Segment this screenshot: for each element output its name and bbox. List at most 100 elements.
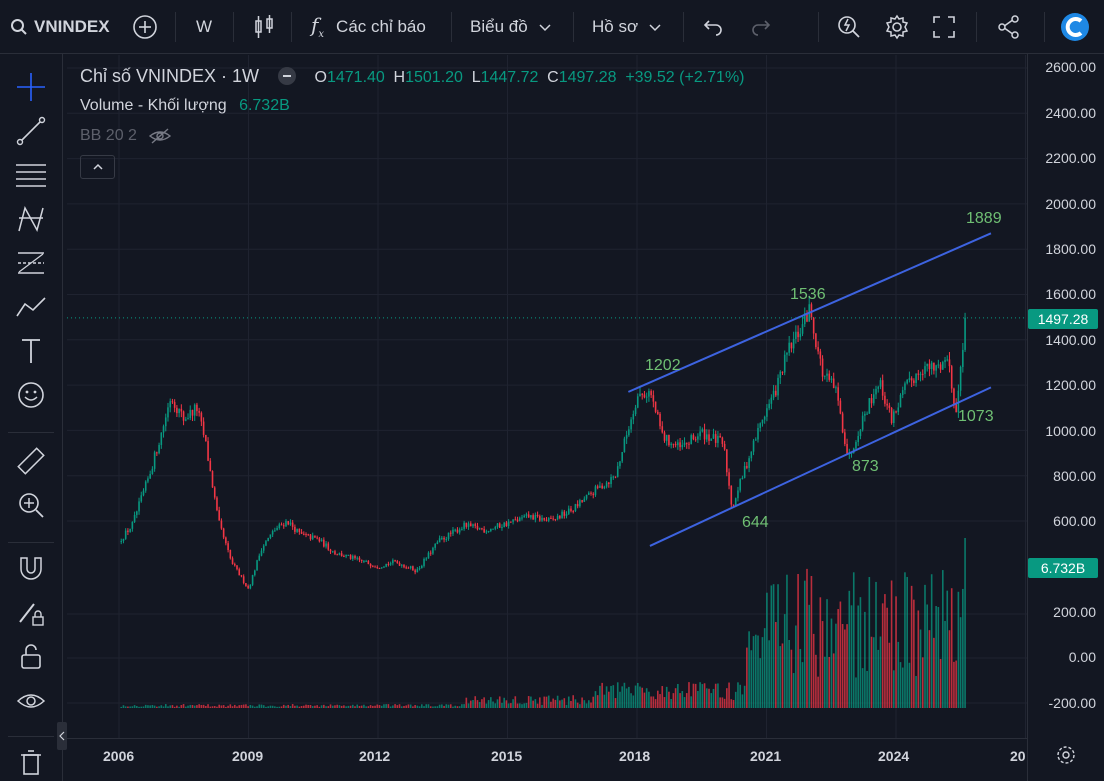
- candle-body: [799, 333, 802, 338]
- lock-drawing-tool[interactable]: [14, 596, 48, 630]
- volume-bar: [218, 704, 220, 708]
- volume-bar: [610, 685, 612, 708]
- volume-bar: [913, 599, 915, 708]
- volume-bar: [752, 636, 755, 708]
- fullscreen-button[interactable]: [932, 0, 956, 53]
- candle-body: [458, 529, 461, 533]
- candle-body: [752, 440, 755, 452]
- volume-bar: [719, 697, 721, 708]
- candle-body: [944, 359, 946, 363]
- text-tool[interactable]: [14, 334, 48, 368]
- chart-type-button[interactable]: [253, 0, 275, 53]
- volume-bar: [474, 696, 477, 708]
- interval-button[interactable]: W: [196, 0, 212, 53]
- volume-bar: [652, 696, 655, 708]
- volume-bar: [336, 704, 338, 708]
- candle-body: [846, 443, 848, 454]
- compare-button[interactable]: [132, 0, 158, 53]
- candle-body: [828, 373, 831, 380]
- volume-bar: [781, 643, 784, 708]
- magnet-tool[interactable]: [14, 552, 48, 586]
- measure-tool[interactable]: [14, 444, 48, 478]
- candle-body: [701, 429, 704, 432]
- volume-bar: [142, 706, 145, 708]
- profile-menu-button[interactable]: Hồ sơ: [592, 0, 662, 53]
- candle-body: [844, 432, 846, 444]
- fib-tool[interactable]: [14, 246, 48, 280]
- collapse-toolbar-button[interactable]: [57, 722, 67, 750]
- volume-bar: [619, 691, 621, 708]
- candle-body: [777, 377, 779, 396]
- candle-body: [122, 538, 125, 542]
- candle-body: [124, 530, 127, 539]
- undo-button[interactable]: [702, 0, 724, 53]
- pattern-tool[interactable]: [14, 202, 48, 236]
- candle-body: [857, 436, 859, 443]
- trash-icon: [21, 750, 41, 775]
- hide-drawings-tool[interactable]: [14, 684, 48, 718]
- volume-bar: [705, 688, 708, 708]
- eye-crossed-icon[interactable]: [149, 128, 172, 144]
- chart-menu-button[interactable]: Biểu đồ: [470, 0, 552, 53]
- symbol-search[interactable]: VNINDEX: [10, 0, 110, 53]
- volume-bar: [385, 704, 387, 708]
- volume-bar: [581, 697, 583, 708]
- candle-body: [496, 523, 499, 528]
- minus-icon[interactable]: [277, 66, 296, 85]
- volume-bar: [498, 696, 501, 708]
- zoom-tool[interactable]: [14, 488, 48, 522]
- time-axis-label: 2024: [878, 748, 910, 764]
- collapse-legend-button[interactable]: [80, 155, 115, 179]
- volume-bar: [659, 694, 661, 708]
- text-icon: [22, 339, 40, 363]
- plus-circle-icon: [133, 14, 157, 39]
- volume-bar: [962, 588, 964, 708]
- candle-body: [915, 373, 917, 383]
- volume-bar: [122, 705, 125, 708]
- crosshair-tool[interactable]: [14, 70, 48, 104]
- candle-body: [692, 435, 695, 440]
- candle-body: [191, 409, 194, 416]
- candle-body: [532, 515, 534, 520]
- crosshair-icon: [17, 73, 45, 101]
- candle-body: [202, 421, 205, 435]
- chart-settings-button[interactable]: [1056, 745, 1076, 770]
- volume-bar: [788, 639, 790, 708]
- candle-body: [547, 517, 550, 521]
- volume-bar: [792, 673, 795, 708]
- time-axis-label: 2006: [103, 748, 135, 764]
- price-axis-label: 1600.00: [1045, 286, 1096, 302]
- candle-body: [140, 495, 143, 502]
- volume-bar: [325, 706, 327, 708]
- app-logo[interactable]: [1060, 0, 1090, 53]
- trend-line-tool[interactable]: [14, 114, 48, 148]
- share-button[interactable]: [996, 0, 1022, 53]
- volume-bar: [777, 584, 779, 708]
- price-chart[interactable]: [67, 55, 1027, 738]
- volume-bar: [657, 690, 659, 708]
- volume-bar: [821, 621, 824, 708]
- candle-body: [436, 542, 439, 544]
- candle-body: [661, 426, 664, 433]
- candle-body: [643, 394, 646, 398]
- lock-tool[interactable]: [14, 640, 48, 674]
- horizontal-lines-tool[interactable]: [14, 158, 48, 192]
- volume-bar: [942, 570, 944, 708]
- candle-body: [365, 560, 367, 562]
- remove-drawings-tool[interactable]: [14, 746, 48, 780]
- profile-menu-label: Hồ sơ: [592, 16, 639, 36]
- candle-body: [959, 366, 962, 391]
- volume-bar: [327, 706, 330, 708]
- candle-body: [260, 550, 263, 556]
- candle-body: [928, 363, 931, 369]
- settings-button[interactable]: [884, 0, 910, 53]
- volume-bar: [665, 686, 668, 708]
- redo-button[interactable]: [750, 0, 772, 53]
- candle-body: [490, 528, 492, 531]
- price-axis-label: 1000.00: [1045, 423, 1096, 439]
- quick-search-button[interactable]: [836, 0, 862, 53]
- volume-bar: [625, 688, 628, 708]
- indicators-button[interactable]: fx Các chỉ báo: [311, 0, 426, 53]
- emoji-tool[interactable]: [14, 378, 48, 412]
- forecast-tool[interactable]: [14, 290, 48, 324]
